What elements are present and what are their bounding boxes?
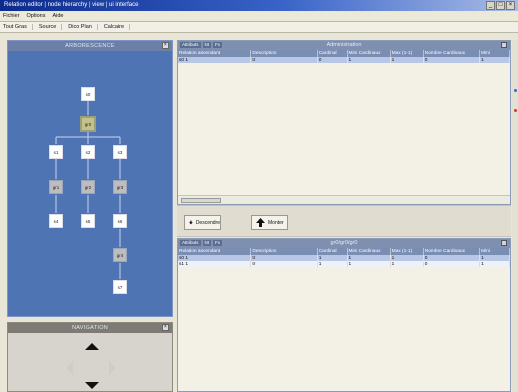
tree-node[interactable]: s4 [49,214,63,228]
tree-panel-header: ARBORESCENCE × [8,41,172,51]
group-table-title: gr0/gr0/gr0 [330,240,358,246]
table-cell: 1 [347,261,391,267]
tree-node[interactable]: s7 [113,280,127,294]
scrollbar-thumb[interactable] [181,198,221,203]
column-header[interactable]: Mini [479,50,510,57]
menu-item-file[interactable]: Fichier [3,13,20,19]
column-header[interactable]: Description [250,50,318,57]
maximize-button[interactable]: □ [496,1,505,10]
table-cell: 0 [423,57,481,63]
horizontal-scrollbar[interactable] [178,195,510,204]
menu-bar: Fichier Options Aide [0,11,518,22]
tree-node[interactable]: s5 [81,214,95,228]
move-down-button[interactable]: Descendre [184,215,221,230]
table-cell: tr [250,261,318,267]
move-buttons-bar: Descendre Monter [177,205,511,237]
table-cell: 0 [317,57,348,63]
tree-panel-close-button[interactable]: × [162,42,169,49]
column-header[interactable]: Nombre Cardinaux [423,50,481,57]
arrow-left-icon[interactable] [66,361,73,375]
tree-node[interactable]: gr1 [49,180,63,194]
table-cell: 0 [423,261,481,267]
relations-table-close-button[interactable] [501,42,507,48]
arrow-right-icon[interactable] [109,361,116,375]
column-header[interactable]: Mini Cardinaux [347,50,391,57]
column-header[interactable]: Cardinal [317,248,348,255]
table-row[interactable]: s0 1 tr 0 1 1 0 1 [178,57,510,63]
column-header[interactable]: Relation ascendant [178,50,252,57]
menu-item-help[interactable]: Aide [52,13,63,19]
close-button[interactable]: × [506,1,515,10]
column-header[interactable]: Nombre Cardinaux [423,248,481,255]
column-header[interactable]: Max (1-1) [390,50,424,57]
toolbar: Tout Gras Source Dico Plan Calcaire [0,22,518,33]
relations-table: Relation ascendant Description Cardinal … [178,50,510,63]
tree-node[interactable]: gr2 [81,180,95,194]
minimize-button[interactable]: _ [486,1,495,10]
tree-node[interactable]: s3 [113,145,127,159]
table-row[interactable]: s1 1 tr 1 1 1 0 1 [178,261,510,267]
toolbar-item-source[interactable]: Source [39,24,63,30]
table-cell: s1 1 [178,261,252,267]
tree-node[interactable]: s6 [113,214,127,228]
tree-node[interactable]: s2 [81,145,95,159]
column-header[interactable]: Cardinal [317,50,348,57]
status-dot-red [514,109,517,112]
tree-panel: ARBORESCENCE × s0 gr0 s1 s2 s3 gr1 gr2 g… [7,40,173,317]
relations-table-panel: Attributs Nt Fx Administration Relation … [177,40,511,205]
column-header[interactable]: Description [250,248,318,255]
tree-node[interactable]: s1 [49,145,63,159]
status-dot-blue [514,89,517,92]
navigation-panel-title: NAVIGATION [71,325,109,331]
table-cell: 1 [390,57,424,63]
group-table-header: Attributs Nt Fx gr0/gr0/gr0 [178,239,510,248]
column-header[interactable]: Max (1-1) [390,248,424,255]
group-table: Relation ascendant Description Cardinal … [178,248,510,267]
table-cell: 1 [390,261,424,267]
column-header[interactable]: Relation ascendant [178,248,252,255]
table-cell: s0 1 [178,57,252,63]
table-cell: tr [250,57,318,63]
move-up-button[interactable]: Monter [251,215,288,230]
arrow-up-icon[interactable] [85,343,99,350]
tree-panel-title: ARBORESCENCE [65,43,115,49]
relations-table-header: Attributs Nt Fx Administration [178,41,510,50]
column-header[interactable]: Mini [479,248,510,255]
tree-node[interactable]: gr3 [113,180,127,194]
toolbar-item-layer[interactable]: Calcaire [104,24,131,30]
arrow-down-icon[interactable] [85,382,99,389]
table-cell: 1 [347,57,391,63]
move-up-label: Monter [268,219,284,226]
relations-table-title: Administration [326,42,362,48]
arrow-up-icon [256,218,265,227]
navigation-panel-close-button[interactable]: × [162,324,169,331]
arrow-down-icon [189,220,193,225]
window-controls: _ □ × [486,1,515,10]
navigation-panel-header: NAVIGATION × [8,323,172,333]
toolbar-item-plan[interactable]: Dico Plan [68,24,98,30]
column-header[interactable]: Mini Cardinaux [347,248,391,255]
group-table-close-button[interactable] [501,240,507,246]
move-down-label: Descendre [195,219,220,226]
menu-item-options[interactable]: Options [27,13,46,19]
navigation-panel: NAVIGATION × [7,322,173,392]
right-edge-strip [512,40,518,392]
title-bar: Relation editor | node hierarchy | view … [0,0,518,11]
table-cell: 1 [479,261,510,267]
group-table-panel: Attributs Nt Fx gr0/gr0/gr0 Relation asc… [177,238,511,392]
table-cell: 1 [317,261,348,267]
window-title: Relation editor | node hierarchy | view … [4,2,139,8]
toolbar-item-bold[interactable]: Tout Gras [3,24,33,30]
tree-node[interactable]: gr4 [113,248,127,262]
tree-node-selected[interactable]: gr0 [80,116,96,132]
tree-node[interactable]: s0 [81,87,95,101]
table-cell: 1 [479,57,510,63]
